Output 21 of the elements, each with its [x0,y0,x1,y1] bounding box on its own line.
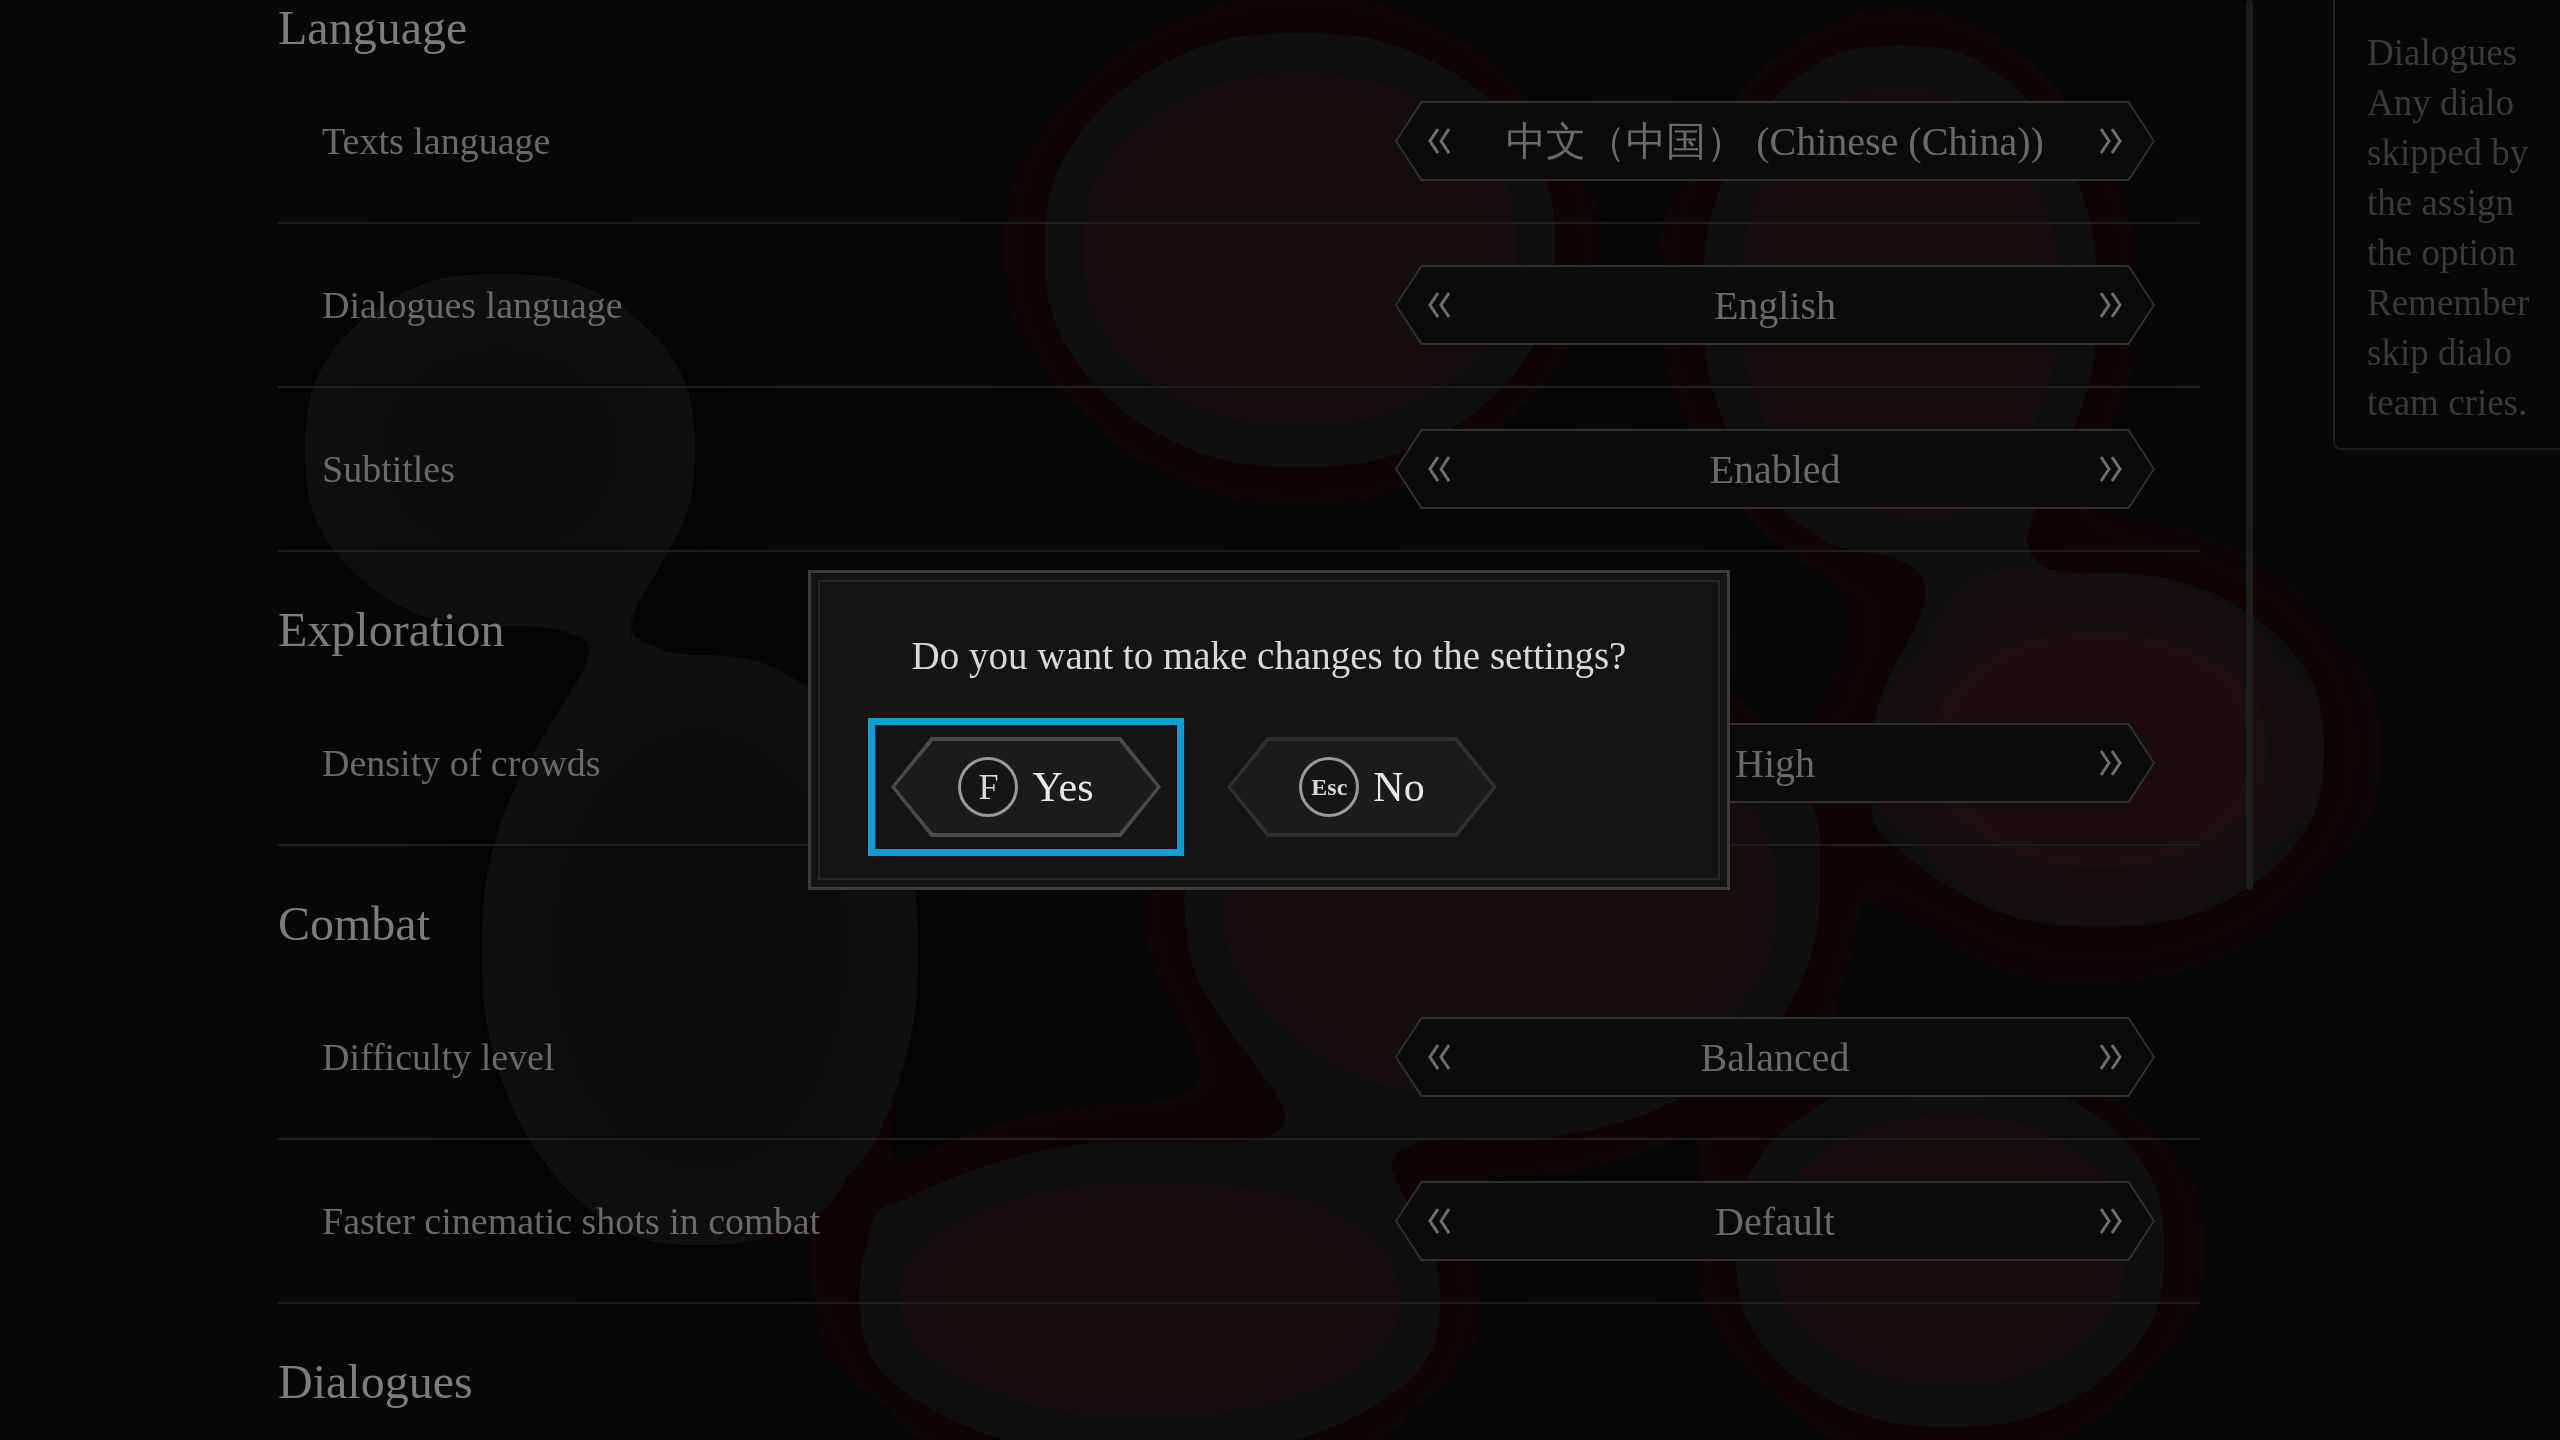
setting-label: Faster cinematic shots in combat [322,1199,821,1243]
section-heading: Language [278,1,468,54]
section-heading: Dialogues [278,1355,473,1408]
dialog-button[interactable]: Esc No [1227,737,1497,837]
key-hint: F [958,757,1019,817]
dialog-button[interactable]: F Yes [891,737,1161,837]
option-selector[interactable]: Balanced [1395,1017,2155,1097]
dialog-question: Do you want to make changes to the settings? [911,633,1627,678]
option-selector[interactable]: English [1395,265,2155,345]
section-heading: Exploration [278,603,505,656]
option-selector[interactable]: Default [1395,1181,2155,1261]
section-heading: Combat [278,897,430,950]
option-selector[interactable]: Enabled [1395,429,2155,509]
setting-label: Difficulty level [322,1035,555,1079]
scrollbar[interactable] [2246,0,2253,890]
option-selector[interactable]: 中文（中国） (Chinese (China)) [1395,101,2155,181]
setting-label: Density of crowds [322,741,601,785]
key-hint: Esc [1299,757,1360,817]
setting-label: Texts language [322,119,551,163]
setting-label: Dialogues language [322,283,623,327]
setting-label: Subtitles [322,447,456,491]
